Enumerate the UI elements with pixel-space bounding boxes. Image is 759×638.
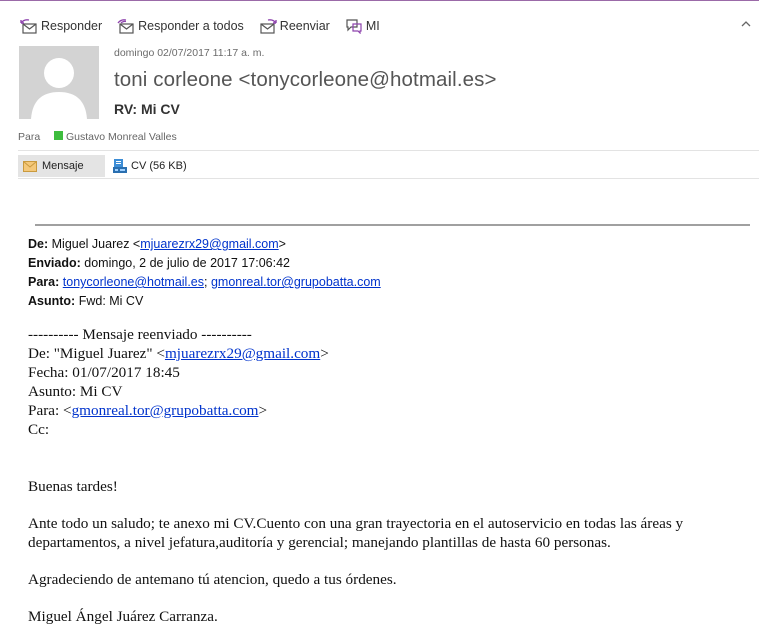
fwd-sent-line: Enviado: domingo, 2 de julio de 2017 17:… [28, 254, 381, 273]
reply-all-label: Responder a todos [138, 19, 244, 33]
fwd-to-line: Para: tonycorleone@hotmail.es; gmonreal.… [28, 273, 381, 292]
signature: Miguel Ángel Juárez Carranza. [28, 608, 218, 625]
message-tab-label: Mensaje [42, 160, 84, 172]
fwd-subject-value: Fwd: Mi CV [78, 294, 144, 308]
presence-status-icon [54, 131, 63, 140]
chat-bubble-icon [346, 19, 362, 34]
body-to-end: > [258, 402, 268, 419]
body-to-prefix: Para: < [28, 402, 72, 419]
body-date-line: Fecha: 01/07/2017 18:45 [28, 364, 180, 381]
attachment-cv[interactable]: CV (56 KB) [112, 155, 187, 177]
expand-up-icon[interactable] [740, 18, 752, 30]
window-top-border [0, 0, 759, 1]
greeting: Buenas tardes! [28, 478, 118, 495]
envelope-icon [23, 160, 37, 172]
fwd-subject-line: Asunto: Fwd: Mi CV [28, 292, 381, 311]
header-divider [18, 150, 759, 151]
message-date: domingo 02/07/2017 11:17 a. m. [114, 47, 265, 59]
body-from-prefix: De: "Miguel Juarez" < [28, 345, 165, 362]
im-button[interactable]: MI [345, 18, 380, 34]
reply-icon [20, 19, 37, 34]
person-silhouette-icon [31, 58, 87, 119]
forward-icon [260, 19, 277, 34]
fwd-from-label: De: [28, 237, 49, 251]
message-tab[interactable]: Mensaje [18, 155, 105, 177]
fwd-to-email-link-2[interactable]: gmonreal.tor@grupobatta.com [211, 275, 381, 289]
body-cc-line: Cc: [28, 421, 50, 438]
body-to-line: Para: <gmonreal.tor@grupobatta.com> [28, 401, 748, 420]
sender-avatar [19, 46, 99, 119]
reply-label: Responder [41, 19, 103, 33]
attachment-divider [18, 178, 759, 179]
to-label: Para [18, 131, 41, 143]
fwd-subject-label: Asunto: [28, 294, 76, 308]
forward-label: Reenviar [279, 19, 330, 33]
body-paragraph-2: Agradeciendo de antemano tú atencion, qu… [28, 571, 397, 588]
body-to-email-link[interactable]: gmonreal.tor@grupobatta.com [72, 402, 259, 419]
attachment-name: CV (56 KB) [131, 160, 187, 172]
body-from-end: > [320, 345, 329, 362]
document-file-icon [113, 159, 127, 173]
message-toolbar: Responder Responder a todos Reenviar MI [20, 16, 395, 36]
fwd-to-label: Para: [28, 275, 60, 289]
fwd-from-name: Miguel Juarez < [51, 237, 141, 251]
reply-all-icon [117, 19, 134, 34]
fwd-from-email-link[interactable]: mjuarezrx29@gmail.com [140, 237, 278, 251]
reply-all-button[interactable]: Responder a todos [117, 18, 244, 34]
fwd-sent-value: domingo, 2 de julio de 2017 17:06:42 [84, 256, 291, 270]
recipient-name[interactable]: Gustavo Monreal Valles [66, 131, 177, 143]
im-label: MI [365, 19, 380, 33]
fwd-to-email-link-1[interactable]: tonycorleone@hotmail.es [63, 275, 204, 289]
body-from-email-link[interactable]: mjuarezrx29@gmail.com [165, 345, 320, 362]
forward-button[interactable]: Reenviar [259, 18, 330, 34]
message-body: ---------- Mensaje reenviado ---------- … [28, 325, 748, 626]
forward-separator-line [35, 224, 750, 226]
message-subject: RV: Mi CV [114, 101, 180, 117]
body-paragraph-1: Ante todo un saludo; te anexo mi CV.Cuen… [28, 515, 684, 551]
reply-button[interactable]: Responder [20, 18, 102, 34]
fwd-from-line: De: Miguel Juarez <mjuarezrx29@gmail.com… [28, 235, 381, 254]
sender-name[interactable]: toni corleone <tonycorleone@hotmail.es> [114, 68, 497, 92]
fwd-to-separator: ; [204, 275, 208, 289]
fwd-from-end: > [278, 237, 286, 251]
forwarded-banner: ---------- Mensaje reenviado ---------- [28, 326, 252, 343]
fwd-sent-label: Enviado: [28, 256, 81, 270]
forwarded-header: De: Miguel Juarez <mjuarezrx29@gmail.com… [28, 235, 381, 311]
body-from-line: De: "Miguel Juarez" <mjuarezrx29@gmail.c… [28, 344, 748, 363]
body-subject-line: Asunto: Mi CV [28, 383, 123, 400]
